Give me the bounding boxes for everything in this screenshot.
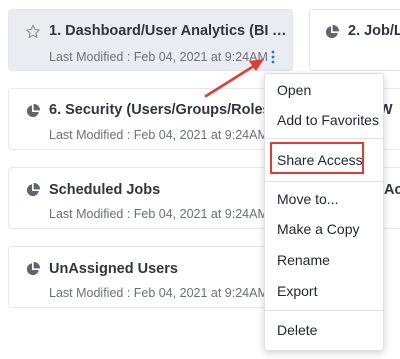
card-title[interactable]: Scheduled Jobs xyxy=(49,182,160,198)
card-title[interactable]: 2. Job/Lo xyxy=(348,23,400,39)
card-title[interactable]: 1. Dashboard/User Analytics (BI Au... xyxy=(49,23,287,39)
context-menu: Open Add to Favorites Share Access Move … xyxy=(264,73,384,351)
pie-chart-icon xyxy=(26,103,41,118)
menu-item-make-a-copy[interactable]: Make a Copy xyxy=(277,221,359,237)
card-last-modified: Last Modified : Feb 04, 2021 at 9:24AM xyxy=(49,207,268,221)
pie-chart-icon xyxy=(26,261,41,276)
card-last-modified: Last Modified : Feb 04, 2021 at 9:24AM xyxy=(49,286,268,300)
more-options-icon[interactable] xyxy=(267,49,279,65)
report-card-unassigned-users[interactable]: UnAssigned Users Last Modified : Feb 04,… xyxy=(8,246,293,308)
card-title[interactable]: 6. Security (Users/Groups/Roles) xyxy=(49,102,287,118)
menu-item-delete[interactable]: Delete xyxy=(277,322,317,338)
menu-item-move-to[interactable]: Move to... xyxy=(277,191,338,207)
card-title[interactable]: Ac xyxy=(384,182,400,198)
card-last-modified: Last Modified : Feb 04, 2021 at 9:24AM xyxy=(49,128,268,142)
menu-item-export[interactable]: Export xyxy=(277,283,317,299)
menu-item-add-to-favorites[interactable]: Add to Favorites xyxy=(277,112,379,128)
menu-item-rename[interactable]: Rename xyxy=(277,252,330,268)
report-card-security[interactable]: 6. Security (Users/Groups/Roles) Last Mo… xyxy=(8,88,293,150)
pie-chart-icon xyxy=(26,182,41,197)
report-card-job-log[interactable]: 2. Job/Lo xyxy=(309,9,400,71)
menu-divider xyxy=(265,138,383,139)
pie-chart-icon xyxy=(325,24,340,39)
card-title[interactable]: UnAssigned Users xyxy=(49,261,178,277)
menu-item-open[interactable]: Open xyxy=(277,82,311,98)
report-card-scheduled-jobs[interactable]: Scheduled Jobs Last Modified : Feb 04, 2… xyxy=(8,167,293,229)
menu-divider xyxy=(265,181,383,182)
report-card-dashboard-analytics[interactable]: 1. Dashboard/User Analytics (BI Au... La… xyxy=(8,9,293,71)
star-icon[interactable] xyxy=(25,24,41,40)
card-last-modified: Last Modified : Feb 04, 2021 at 9:24AM xyxy=(49,50,268,64)
stage: 1. Dashboard/User Analytics (BI Au... La… xyxy=(0,0,400,359)
menu-divider xyxy=(265,310,383,311)
share-access-highlight xyxy=(270,142,364,174)
